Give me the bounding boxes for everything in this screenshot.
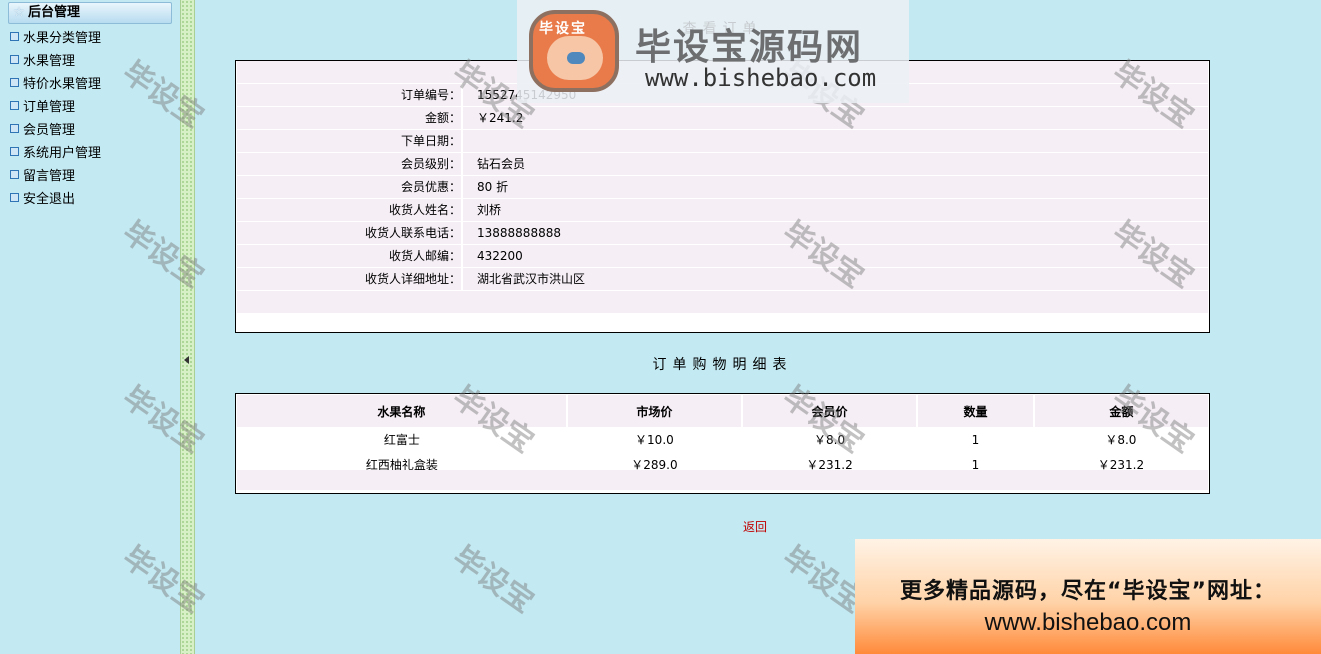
field-recipient-phone: 收货人联系电话： 13888888888 bbox=[237, 222, 1208, 245]
star-icon: ☆ bbox=[13, 5, 25, 20]
field-member-discount: 会员优惠： 80 折 bbox=[237, 176, 1208, 199]
square-bullet-icon bbox=[10, 78, 19, 87]
back-link[interactable]: 返回 bbox=[743, 518, 767, 535]
square-bullet-icon bbox=[10, 32, 19, 41]
column-header: 数量 bbox=[917, 395, 1035, 427]
sidebar-splitter[interactable] bbox=[180, 0, 195, 654]
collapse-arrow-icon[interactable] bbox=[184, 356, 189, 364]
square-bullet-icon bbox=[10, 55, 19, 64]
square-bullet-icon bbox=[10, 193, 19, 202]
sidebar-item-system-users[interactable]: 系统用户管理 bbox=[10, 144, 101, 167]
sidebar-item-logout[interactable]: 安全退出 bbox=[10, 190, 101, 213]
field-amount: 金额： ￥241.2 bbox=[237, 107, 1208, 130]
sidebar-header-label: 后台管理 bbox=[28, 5, 81, 20]
field-value: ￥241.2 bbox=[477, 111, 524, 125]
table-header-row: 水果名称 市场价 会员价 数量 金额 bbox=[237, 395, 1208, 427]
sidebar-item-label: 水果管理 bbox=[23, 54, 76, 69]
sidebar-item-label: 会员管理 bbox=[23, 123, 76, 138]
sidebar: ☆ 后台管理 水果分类管理 水果管理 特价水果管理 订单管理 会员管理 系统用户管… bbox=[0, 0, 180, 654]
details-table: 水果名称 市场价 会员价 数量 金额 红富士 ￥10.0 ￥8.0 1 ￥8.0… bbox=[237, 395, 1208, 477]
sidebar-item-label: 安全退出 bbox=[23, 192, 76, 207]
square-bullet-icon bbox=[10, 170, 19, 179]
square-bullet-icon bbox=[10, 101, 19, 110]
field-label: 下单日期： bbox=[400, 134, 461, 148]
sidebar-item-members[interactable]: 会员管理 bbox=[10, 121, 101, 144]
sidebar-item-label: 留言管理 bbox=[23, 169, 76, 184]
table-footer bbox=[237, 470, 1208, 490]
cell-name: 红富士 bbox=[383, 433, 420, 447]
banner-line1: 更多精品源码，尽在“毕设宝”网址： bbox=[900, 579, 1276, 604]
field-label: 收货人联系电话： bbox=[364, 226, 461, 240]
field-recipient-name: 收货人姓名： 刘桥 bbox=[237, 199, 1208, 222]
field-label: 会员级别： bbox=[400, 157, 461, 171]
sidebar-item-label: 系统用户管理 bbox=[23, 146, 102, 161]
cell-market-price: ￥10.0 bbox=[635, 433, 674, 447]
cell-quantity: 1 bbox=[971, 432, 980, 447]
field-value: 13888888888 bbox=[477, 226, 561, 240]
sidebar-item-fruit[interactable]: 水果管理 bbox=[10, 52, 101, 75]
sidebar-header[interactable]: ☆ 后台管理 bbox=[8, 2, 172, 24]
field-value: 刘桥 bbox=[477, 203, 502, 217]
field-order-date: 下单日期： bbox=[237, 130, 1208, 153]
field-member-level: 会员级别： 钻石会员 bbox=[237, 153, 1208, 176]
field-recipient-address: 收货人详细地址： 湖北省武汉市洪山区 bbox=[237, 268, 1208, 291]
field-label: 收货人详细地址： bbox=[364, 272, 461, 286]
logo-url: www.bishebao.com bbox=[645, 64, 877, 92]
field-label: 收货人邮编： bbox=[388, 249, 461, 263]
logo-mascot-icon: 毕设宝 bbox=[529, 10, 619, 92]
sidebar-item-orders[interactable]: 订单管理 bbox=[10, 98, 101, 121]
sidebar-item-label: 水果分类管理 bbox=[23, 31, 102, 46]
square-bullet-icon bbox=[10, 124, 19, 133]
sidebar-item-special-fruit[interactable]: 特价水果管理 bbox=[10, 75, 101, 98]
cell-amount: ￥8.0 bbox=[1105, 433, 1137, 447]
field-label: 收货人姓名： bbox=[388, 203, 461, 217]
cell-member-price: ￥8.0 bbox=[814, 433, 846, 447]
field-label: 金额： bbox=[424, 111, 461, 125]
site-logo-overlay: 毕设宝 毕设宝源码网 www.bishebao.com bbox=[517, 0, 909, 103]
field-recipient-zip: 收货人邮编： 432200 bbox=[237, 245, 1208, 268]
details-title: 订单购物明细表 bbox=[652, 357, 793, 373]
column-header: 金额 bbox=[1033, 395, 1208, 427]
field-value: 80 折 bbox=[477, 180, 509, 194]
sidebar-item-label: 特价水果管理 bbox=[23, 77, 102, 92]
column-header: 市场价 bbox=[566, 395, 743, 427]
field-value: 钻石会员 bbox=[477, 157, 526, 171]
sidebar-item-messages[interactable]: 留言管理 bbox=[10, 167, 101, 190]
logo-badge-text: 毕设宝 bbox=[539, 21, 587, 37]
sidebar-item-fruit-category[interactable]: 水果分类管理 bbox=[10, 29, 101, 52]
square-bullet-icon bbox=[10, 147, 19, 156]
sidebar-menu: 水果分类管理 水果管理 特价水果管理 订单管理 会员管理 系统用户管理 留言管理… bbox=[10, 29, 101, 213]
banner-url: www.bishebao.com bbox=[984, 609, 1192, 636]
column-header: 会员价 bbox=[741, 395, 919, 427]
sidebar-item-label: 订单管理 bbox=[23, 100, 76, 115]
spacer-row bbox=[237, 291, 1208, 314]
column-header: 水果名称 bbox=[237, 395, 568, 427]
field-value: 湖北省武汉市洪山区 bbox=[477, 272, 586, 286]
logo-name: 毕设宝源码网 bbox=[635, 27, 864, 68]
field-label: 会员优惠： bbox=[400, 180, 461, 194]
promo-banner: 更多精品源码，尽在“毕设宝”网址： www.bishebao.com bbox=[855, 539, 1321, 654]
details-table-panel: 水果名称 市场价 会员价 数量 金额 红富士 ￥10.0 ￥8.0 1 ￥8.0… bbox=[235, 393, 1210, 494]
field-label: 订单编号： bbox=[400, 88, 461, 102]
field-value: 432200 bbox=[477, 249, 523, 263]
table-row: 红富士 ￥10.0 ￥8.0 1 ￥8.0 bbox=[237, 427, 1208, 452]
